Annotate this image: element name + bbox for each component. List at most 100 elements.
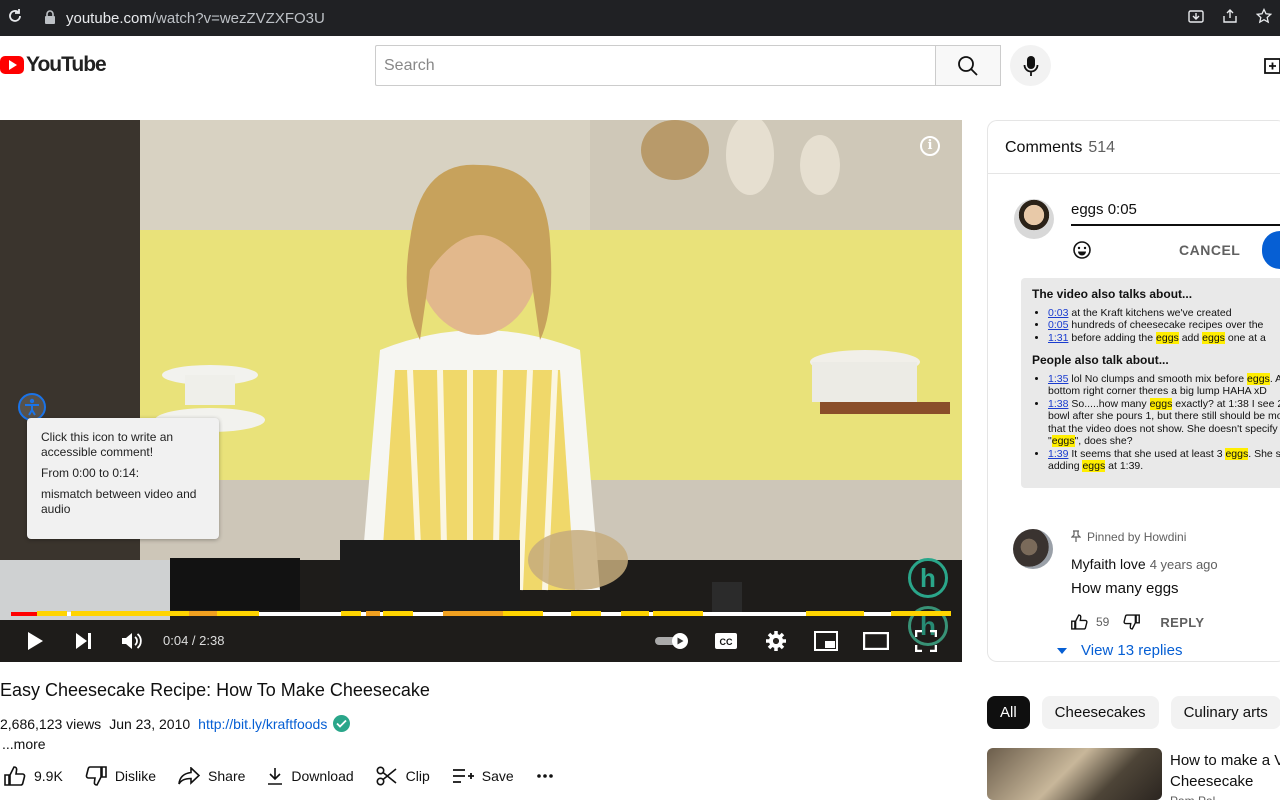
more-horizontal-icon <box>536 774 553 778</box>
highlight-segment <box>366 611 380 616</box>
timestamp-link[interactable]: 1:38 <box>1048 398 1068 410</box>
upload-date: Jun 23, 2010 <box>109 715 191 732</box>
play-icon <box>28 632 43 650</box>
create-video-icon <box>1264 58 1280 74</box>
microphone-icon <box>1023 55 1038 76</box>
mention-text: at the Kraft kitchens we've created <box>1071 306 1232 319</box>
autoplay-icon <box>655 633 688 649</box>
comment-age[interactable]: 4 years ago <box>1150 557 1218 572</box>
comment-submit-button[interactable] <box>1262 231 1280 269</box>
timestamp-link[interactable]: 1:39 <box>1048 448 1068 460</box>
accessibility-comment-icon[interactable] <box>18 393 46 421</box>
timestamp-link[interactable]: 1:35 <box>1048 373 1068 385</box>
comment-author[interactable]: Myfaith love 4 years ago <box>1071 556 1218 572</box>
pin-icon <box>1070 530 1082 542</box>
more-actions-button[interactable] <box>536 773 562 779</box>
mention-text: exactly? at 1:38 I see 2 <box>1172 397 1280 410</box>
download-label: Download <box>291 768 354 784</box>
cancel-button[interactable]: CANCEL <box>1179 242 1240 258</box>
chip-all[interactable]: All <box>987 696 1030 729</box>
recommended-video[interactable]: How to make a V Cheesecake Pam Pal... <box>987 748 1280 800</box>
timestamp-link[interactable]: 1:31 <box>1048 332 1068 344</box>
pinned-text: Pinned by Howdini <box>1087 530 1187 544</box>
related-mentions-box: The video also talks about... 0:03 at th… <box>1021 278 1280 488</box>
highlight-keyword: eggs <box>1051 435 1075 447</box>
settings-button[interactable] <box>760 620 792 662</box>
miniplayer-button[interactable] <box>810 620 842 662</box>
share-page-icon[interactable] <box>1222 8 1240 26</box>
progress-bar[interactable] <box>11 609 951 617</box>
howdini-watermark-icon[interactable]: h <box>908 558 948 598</box>
download-button[interactable]: Download <box>267 767 354 785</box>
browser-toolbar: youtube.com/watch?v=wezZVZXFO3U <box>0 0 1280 36</box>
video-thumbnail[interactable] <box>987 748 1162 800</box>
view-replies-button[interactable]: View 13 replies <box>1057 642 1183 659</box>
share-button[interactable]: Share <box>178 767 245 785</box>
mention-text: before adding the <box>1071 331 1157 344</box>
video-meta: 2,686,123 views Jun 23, 2010 http://bit.… <box>0 715 351 732</box>
autoplay-toggle[interactable] <box>652 620 692 662</box>
create-button[interactable] <box>1264 56 1280 76</box>
mention-text: lol No clumps and smooth mix before <box>1071 372 1248 385</box>
next-button[interactable] <box>68 620 98 662</box>
comment-like-count: 59 <box>1096 615 1110 629</box>
thumbs-up-icon[interactable] <box>1071 614 1088 630</box>
thumbs-down-icon[interactable] <box>1123 614 1141 630</box>
mention-text: one at a <box>1224 331 1266 344</box>
search-box[interactable] <box>375 45 935 86</box>
dislike-button[interactable]: Dislike <box>85 766 156 786</box>
youtube-logo[interactable]: YouTube <box>0 53 107 77</box>
comment-input[interactable]: eggs 0:05 <box>1071 201 1137 218</box>
chip-cheesecakes[interactable]: Cheesecakes <box>1041 696 1159 729</box>
description-link[interactable]: http://bit.ly/kraftfoods <box>198 716 327 732</box>
share-label: Share <box>208 768 246 784</box>
install-icon[interactable] <box>1188 8 1206 26</box>
bookmark-star-icon[interactable] <box>1255 7 1274 26</box>
chip-culinary-arts[interactable]: Culinary arts <box>1170 696 1280 729</box>
captions-button[interactable]: CC <box>710 620 742 662</box>
tooltip-issue: mismatch between video and audio <box>41 487 197 516</box>
search-button[interactable] <box>935 45 1001 86</box>
emoji-icon[interactable] <box>1072 240 1092 260</box>
theater-mode-button[interactable] <box>860 620 892 662</box>
next-icon <box>76 633 91 649</box>
timestamp-link[interactable]: 0:05 <box>1048 319 1068 331</box>
clip-button[interactable]: Clip <box>376 766 430 786</box>
fullscreen-button[interactable] <box>910 620 942 662</box>
author-name[interactable]: Myfaith love <box>1071 556 1146 572</box>
video-player[interactable]: i Click this icon to write an accessible… <box>0 120 962 662</box>
voice-search-button[interactable] <box>1010 45 1051 86</box>
mention-text: bottom right corner theres a big lump HA… <box>1048 385 1267 397</box>
address-bar[interactable]: youtube.com/watch?v=wezZVZXFO3U <box>66 10 325 27</box>
player-controls: 0:04 / 2:38 CC <box>0 620 962 662</box>
avatar[interactable] <box>1013 529 1053 569</box>
thumbs-up-icon <box>4 766 26 786</box>
save-button[interactable]: Save <box>452 768 514 784</box>
recommended-channel[interactable]: Pam Pal... <box>1170 794 1225 800</box>
comments-title: Comments <box>1005 139 1083 156</box>
playlist-add-icon <box>452 769 474 783</box>
search-input[interactable] <box>384 56 935 75</box>
reply-button[interactable]: REPLY <box>1160 615 1204 630</box>
list-item: 0:03 at the Kraft kitchens we've created <box>1048 307 1280 320</box>
timestamp-link[interactable]: 0:03 <box>1048 307 1068 319</box>
show-more-link[interactable]: ...more <box>2 736 46 752</box>
lock-icon[interactable] <box>44 10 58 26</box>
recommended-video-title[interactable]: How to make a V Cheesecake <box>1170 750 1280 792</box>
highlight-segment <box>806 611 864 616</box>
like-button[interactable]: 9.9K <box>4 766 63 786</box>
info-icon[interactable]: i <box>920 136 940 156</box>
url-path: /watch?v=wezZVZXFO3U <box>151 9 325 27</box>
mention-text: It seems that she used at least 3 <box>1071 447 1226 460</box>
highlight-keyword: eggs <box>1149 397 1173 410</box>
video-actions: 9.9K Dislike Share Download Clip Save <box>4 764 584 788</box>
reload-icon[interactable] <box>0 8 30 29</box>
tooltip-instruction: Click this icon to write an accessible c… <box>41 430 174 459</box>
view-replies-label: View 13 replies <box>1081 642 1183 659</box>
search-icon <box>958 55 978 76</box>
youtube-logo-icon <box>0 56 24 74</box>
volume-button[interactable] <box>117 620 147 662</box>
pinned-label: Pinned by Howdini <box>1070 530 1187 544</box>
comments-count: 514 <box>1088 139 1116 156</box>
play-button[interactable] <box>20 620 50 662</box>
